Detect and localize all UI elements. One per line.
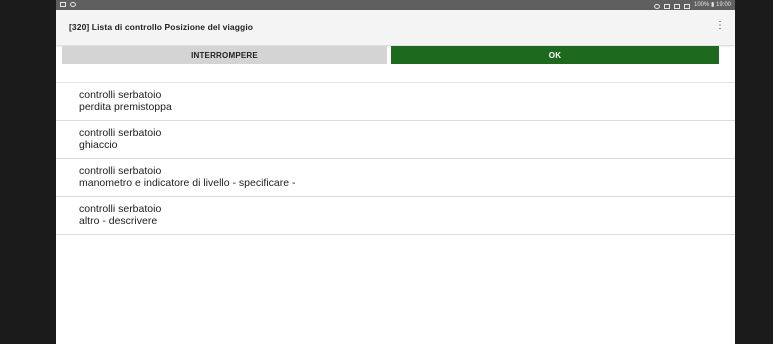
item-category: controlli serbatoio xyxy=(79,165,162,177)
status-left-icons xyxy=(60,0,76,7)
device-screen: 100% ▮ 19:00 [320] Lista di controllo Po… xyxy=(56,0,735,344)
notification-circle-icon xyxy=(70,2,76,7)
ok-button[interactable]: OK xyxy=(391,46,719,64)
item-description: manometro e indicatore di livello - spec… xyxy=(79,176,296,189)
list-item[interactable]: controlli serbatoio manometro e indicato… xyxy=(56,159,735,197)
item-description: altro - descrivere xyxy=(79,214,158,227)
item-description: perdita premistoppa xyxy=(79,100,172,113)
item-category: controlli serbatoio xyxy=(79,203,162,215)
wifi-icon xyxy=(674,3,680,9)
status-right: 100% ▮ 19:00 xyxy=(654,0,731,10)
status-bar: 100% ▮ 19:00 xyxy=(56,0,735,10)
status-battery-time: 100% ▮ 19:00 xyxy=(694,2,731,8)
location-icon xyxy=(654,3,660,9)
signal-icon xyxy=(684,3,690,9)
action-buttons: INTERROMPERE OK xyxy=(56,45,735,65)
item-category: controlli serbatoio xyxy=(79,127,162,139)
bluetooth-icon xyxy=(664,3,670,9)
checklist: controlli serbatoio perdita premistoppa … xyxy=(56,82,735,235)
page-title: [320] Lista di controllo Posizione del v… xyxy=(69,22,254,32)
notification-image-icon xyxy=(60,2,66,7)
list-item[interactable]: controlli serbatoio perdita premistoppa xyxy=(56,83,735,121)
app-bar: [320] Lista di controllo Posizione del v… xyxy=(56,10,735,45)
cancel-button[interactable]: INTERROMPERE xyxy=(62,46,387,64)
item-category: controlli serbatoio xyxy=(79,89,162,101)
list-item[interactable]: controlli serbatoio ghiaccio xyxy=(56,121,735,159)
item-description: ghiaccio xyxy=(79,138,118,151)
list-item[interactable]: controlli serbatoio altro - descrivere xyxy=(56,197,735,235)
overflow-menu-icon[interactable]: ⋮ xyxy=(715,20,725,31)
